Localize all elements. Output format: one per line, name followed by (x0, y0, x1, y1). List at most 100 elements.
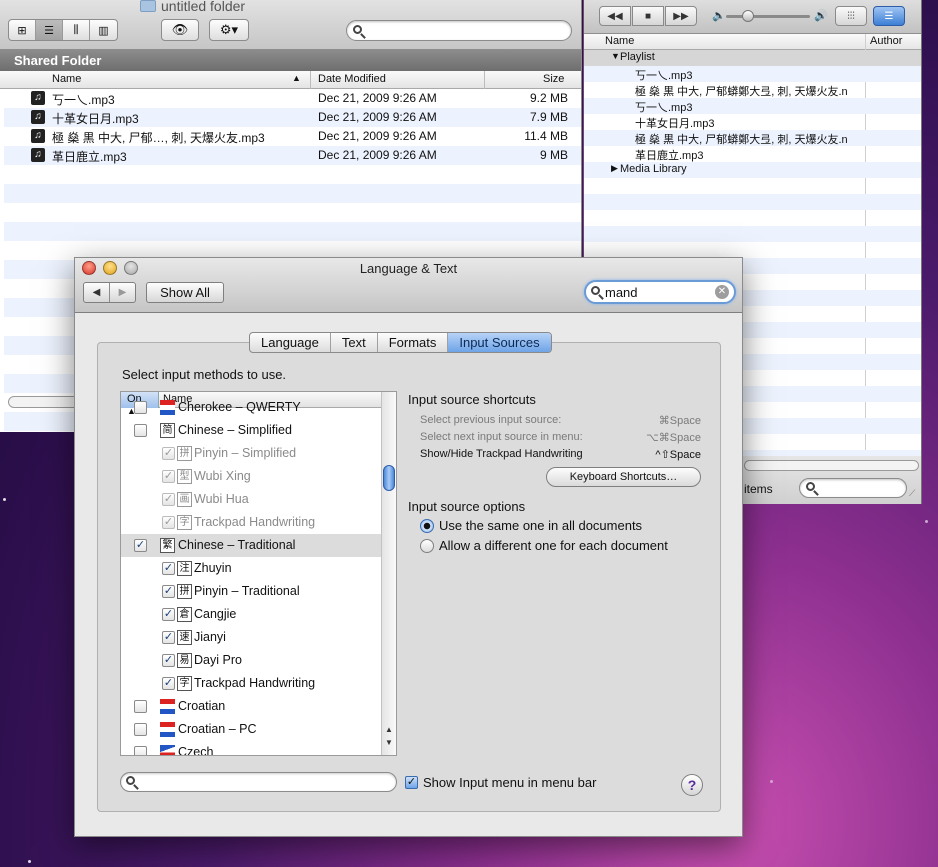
scroll-up-icon[interactable]: ▲ (385, 725, 393, 734)
coverflow-view-icon[interactable]: ▥ (90, 20, 117, 40)
list-item[interactable]: ✓ 倉 Cangjie (121, 603, 381, 626)
view-mode-control[interactable]: ⊞ ☰ ⫼ ▥ (8, 19, 118, 41)
list-item[interactable]: Cherokee – QWERTY (121, 396, 381, 419)
media-library-row[interactable]: ▶ Media Library (584, 162, 921, 178)
stop-button[interactable]: ■ (632, 6, 664, 26)
clear-search-icon[interactable]: ✕ (715, 285, 729, 299)
track-row[interactable]: 十革女日月.mp3 (584, 114, 921, 130)
list-view-icon[interactable]: ☰ (36, 20, 63, 40)
checkbox[interactable]: ✓ (162, 585, 175, 598)
playlist-row[interactable]: ▼ Playlist (584, 50, 921, 66)
handwriting-icon: 字 (177, 515, 192, 530)
track-row[interactable]: 丂一乀.mp3 (584, 98, 921, 114)
checkbox[interactable] (134, 746, 147, 755)
col-date[interactable]: Date Modified (318, 73, 386, 85)
scroll-thumb[interactable] (383, 465, 395, 491)
checkbox[interactable]: ✓ (162, 447, 175, 460)
list-item[interactable]: ✓ 注 Zhuyin (121, 557, 381, 580)
list-item[interactable]: ✓ 画 Wubi Hua (121, 488, 381, 511)
checkbox[interactable] (134, 700, 147, 713)
checkbox[interactable]: ✓ (162, 493, 175, 506)
col-author[interactable]: Author (870, 35, 902, 47)
shortcut-row: Select next input source in menu: ⌥⌘Spac… (420, 431, 701, 444)
list-item-selected[interactable]: ✓ 繁 Chinese – Traditional (121, 534, 381, 557)
checkbox[interactable]: ✓ (162, 608, 175, 621)
option-same-radio[interactable]: Use the same one in all documents (420, 518, 642, 533)
list-item[interactable]: ✓ 拼 Pinyin – Traditional (121, 580, 381, 603)
checkbox[interactable] (134, 723, 147, 736)
simplified-chinese-icon: 简 (160, 423, 175, 438)
forward-arrow-icon[interactable]: ▶ (110, 283, 135, 302)
show-all-button[interactable]: Show All (146, 282, 224, 303)
itunes-column-header: Name Author (584, 34, 921, 50)
finder-search-input[interactable] (346, 20, 572, 41)
option-different-radio[interactable]: Allow a different one for each document (420, 538, 668, 553)
list-item[interactable]: Czech (121, 741, 381, 755)
show-input-menu-checkbox[interactable]: ✓ Show Input menu in menu bar (405, 775, 596, 790)
checkbox[interactable]: ✓ (162, 654, 175, 667)
list-vertical-scrollbar[interactable]: ▲ ▼ (381, 392, 396, 755)
list-view-button[interactable]: ☰ (873, 6, 905, 26)
next-track-button[interactable]: ▶▶ (665, 6, 697, 26)
help-button[interactable]: ? (681, 774, 703, 796)
radio-selected[interactable] (420, 518, 434, 533)
volume-slider[interactable] (726, 15, 810, 18)
file-row[interactable]: ♫ 十革女日月.mp3 Dec 21, 2009 9:26 AM 7.9 MB (4, 108, 581, 127)
equalizer-button[interactable]: ⫶⫶⫶ (835, 6, 867, 26)
itunes-search-input[interactable] (799, 478, 907, 498)
file-row[interactable]: ♫ 革日鹿立.mp3 Dec 21, 2009 9:26 AM 9 MB (4, 146, 581, 165)
list-item[interactable]: ✓ 字 Trackpad Handwriting (121, 511, 381, 534)
track-row[interactable]: 革日鹿立.mp3 (584, 146, 921, 162)
column-view-icon[interactable]: ⫼ (63, 20, 90, 40)
col-name[interactable]: Name (605, 35, 634, 47)
quick-look-button[interactable]: 👁 (161, 19, 199, 41)
action-menu-button[interactable]: ⚙▾ (209, 19, 249, 41)
tab-formats[interactable]: Formats (378, 333, 449, 352)
itunes-horizontal-scrollbar[interactable] (744, 460, 919, 471)
checkbox[interactable] (134, 424, 147, 437)
file-row[interactable]: ♫ 極 燊 黒 中大, 尸郁…, 刺, 天爆火友.mp3 Dec 21, 200… (4, 127, 581, 146)
checkbox-checked[interactable]: ✓ (405, 776, 418, 789)
empty-row (584, 242, 921, 258)
checkbox[interactable] (134, 401, 147, 414)
file-row[interactable]: ♫ 丂一乀.mp3 Dec 21, 2009 9:26 AM 9.2 MB (4, 89, 581, 108)
input-methods-search-input[interactable] (120, 772, 397, 792)
back-arrow-icon[interactable]: ◀ (84, 283, 110, 302)
shortcut-key: ⌥⌘Space (646, 432, 701, 444)
disclosure-down-icon[interactable]: ▼ (611, 51, 620, 61)
shortcut-label: Select previous input source: (420, 414, 562, 426)
keyboard-shortcuts-button[interactable]: Keyboard Shortcuts… (546, 467, 701, 487)
list-item[interactable]: ✓ 字 Trackpad Handwriting (121, 672, 381, 695)
list-item[interactable]: Croatian – PC (121, 718, 381, 741)
list-item[interactable]: ✓ 型 Wubi Xing (121, 465, 381, 488)
previous-track-button[interactable]: ◀◀ (599, 6, 631, 26)
track-row[interactable]: 極 燊 黒 中大, 尸郁蟒鄭大弖, 刺, 天爆火友.n (584, 130, 921, 146)
disclosure-right-icon[interactable]: ▶ (611, 163, 618, 174)
checkbox[interactable]: ✓ (162, 631, 175, 644)
radio-unselected[interactable] (420, 538, 434, 553)
col-name[interactable]: Name (52, 73, 81, 85)
empty-row (584, 210, 921, 226)
resize-grip-icon[interactable]: ⟋ (909, 488, 915, 499)
volume-knob[interactable] (742, 10, 754, 22)
tab-language[interactable]: Language (250, 333, 331, 352)
checkbox[interactable]: ✓ (162, 470, 175, 483)
back-forward-control[interactable]: ◀ ▶ (83, 282, 136, 303)
track-row[interactable]: 極 燊 黒 中大, 尸郁蟒鄭大弖, 刺, 天爆火友.n (584, 82, 921, 98)
tab-input-sources[interactable]: Input Sources (448, 333, 551, 352)
list-item[interactable]: ✓ 易 Dayi Pro (121, 649, 381, 672)
list-item[interactable]: Croatian (121, 695, 381, 718)
track-row[interactable]: 丂一乀.mp3 (584, 66, 921, 82)
checkbox[interactable]: ✓ (162, 516, 175, 529)
tab-text[interactable]: Text (331, 333, 378, 352)
checkbox[interactable]: ✓ (134, 539, 147, 552)
checkbox[interactable]: ✓ (162, 562, 175, 575)
list-item[interactable]: 简 Chinese – Simplified (121, 419, 381, 442)
col-size[interactable]: Size (543, 73, 564, 85)
scroll-down-icon[interactable]: ▼ (385, 738, 393, 747)
list-item[interactable]: ✓ 速 Jianyi (121, 626, 381, 649)
list-item[interactable]: ✓ 拼 Pinyin – Simplified (121, 442, 381, 465)
preferences-search-input[interactable]: mand ✕ (584, 280, 736, 304)
checkbox[interactable]: ✓ (162, 677, 175, 690)
icon-view-icon[interactable]: ⊞ (9, 20, 36, 40)
